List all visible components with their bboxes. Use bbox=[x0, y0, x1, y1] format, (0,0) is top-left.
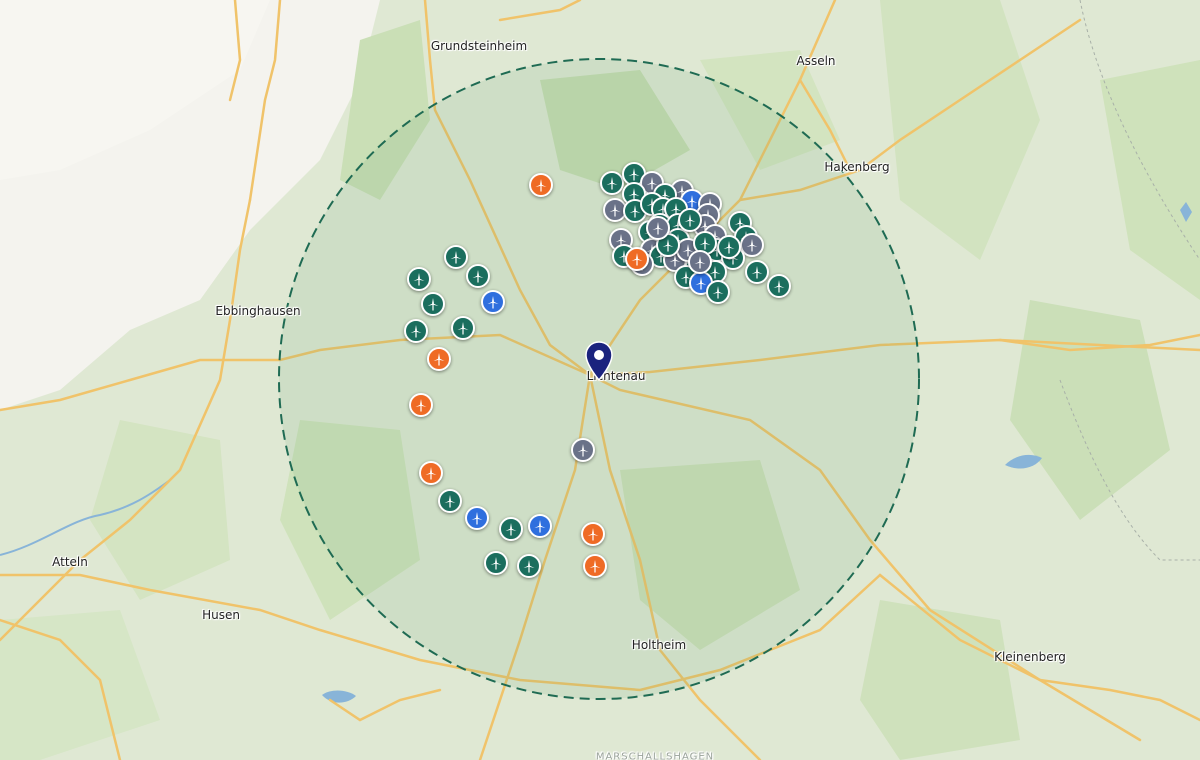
place-label-hakenberg: Hakenberg bbox=[824, 160, 890, 174]
turbine-marker-operating[interactable] bbox=[745, 260, 769, 284]
wind-turbine-icon bbox=[535, 179, 547, 192]
turbine-marker-planned[interactable] bbox=[688, 250, 712, 274]
turbine-marker-operating[interactable] bbox=[484, 551, 508, 575]
wind-turbine-icon bbox=[444, 495, 456, 508]
wind-turbine-icon bbox=[427, 298, 439, 311]
wind-turbine-icon bbox=[534, 520, 546, 533]
turbine-marker-proposed[interactable] bbox=[625, 247, 649, 271]
turbine-marker-approved[interactable] bbox=[528, 514, 552, 538]
wind-turbine-icon bbox=[773, 280, 785, 293]
turbine-marker-operating[interactable] bbox=[600, 171, 624, 195]
turbine-marker-approved[interactable] bbox=[481, 290, 505, 314]
place-label-marschallshagen: MARSCHALLSHAGEN bbox=[595, 751, 715, 760]
place-label-husen: Husen bbox=[202, 608, 240, 622]
turbine-marker-proposed[interactable] bbox=[409, 393, 433, 417]
turbine-marker-operating[interactable] bbox=[767, 274, 791, 298]
wind-turbine-icon bbox=[589, 560, 601, 573]
place-label-grundsteinheim: Grundsteinheim bbox=[430, 39, 528, 53]
turbine-marker-operating[interactable] bbox=[466, 264, 490, 288]
turbine-marker-operating[interactable] bbox=[421, 292, 445, 316]
place-label-holtheim: Holtheim bbox=[631, 638, 687, 652]
wind-turbine-icon bbox=[505, 523, 517, 536]
wind-turbine-icon bbox=[606, 177, 618, 190]
turbine-marker-operating[interactable] bbox=[517, 554, 541, 578]
turbine-marker-operating[interactable] bbox=[438, 489, 462, 513]
wind-turbine-icon bbox=[723, 241, 735, 254]
wind-turbine-icon bbox=[652, 222, 664, 235]
turbine-marker-operating[interactable] bbox=[678, 208, 702, 232]
wind-turbine-icon bbox=[662, 239, 674, 252]
wind-turbine-icon bbox=[631, 253, 643, 266]
turbine-marker-proposed[interactable] bbox=[419, 461, 443, 485]
wind-turbine-icon bbox=[694, 256, 706, 269]
wind-turbine-icon bbox=[712, 286, 724, 299]
turbine-marker-proposed[interactable] bbox=[427, 347, 451, 371]
wind-turbine-icon bbox=[490, 557, 502, 570]
turbine-marker-planned[interactable] bbox=[571, 438, 595, 462]
wind-turbine-icon bbox=[523, 560, 535, 573]
turbine-marker-operating[interactable] bbox=[499, 517, 523, 541]
wind-turbine-icon bbox=[433, 353, 445, 366]
turbine-marker-proposed[interactable] bbox=[581, 522, 605, 546]
wind-turbine-icon bbox=[471, 512, 483, 525]
turbine-marker-proposed[interactable] bbox=[529, 173, 553, 197]
turbine-marker-operating[interactable] bbox=[407, 267, 431, 291]
turbine-marker-operating[interactable] bbox=[717, 235, 741, 259]
wind-turbine-icon bbox=[450, 251, 462, 264]
wind-turbine-icon bbox=[609, 204, 621, 217]
wind-turbine-icon bbox=[577, 444, 589, 457]
location-pin-icon[interactable] bbox=[585, 341, 613, 382]
wind-turbine-icon bbox=[487, 296, 499, 309]
wind-turbine-icon bbox=[457, 322, 469, 335]
wind-turbine-icon bbox=[413, 273, 425, 286]
turbine-marker-operating[interactable] bbox=[706, 280, 730, 304]
turbine-marker-proposed[interactable] bbox=[583, 554, 607, 578]
wind-turbine-icon bbox=[410, 325, 422, 338]
wind-turbine-icon bbox=[699, 237, 711, 250]
turbine-marker-operating[interactable] bbox=[444, 245, 468, 269]
wind-turbine-icon bbox=[751, 266, 763, 279]
wind-turbine-icon bbox=[746, 239, 758, 252]
turbine-marker-operating[interactable] bbox=[404, 319, 428, 343]
place-label-kleinenberg: Kleinenberg bbox=[994, 650, 1066, 664]
place-label-asseln: Asseln bbox=[796, 54, 836, 68]
wind-turbine-icon bbox=[415, 399, 427, 412]
wind-turbine-icon bbox=[628, 168, 640, 181]
turbine-marker-operating[interactable] bbox=[451, 316, 475, 340]
wind-turbine-icon bbox=[472, 270, 484, 283]
wind-turbine-icon bbox=[587, 528, 599, 541]
place-label-atteln: Atteln bbox=[52, 555, 88, 569]
turbine-marker-planned[interactable] bbox=[646, 216, 670, 240]
turbine-marker-approved[interactable] bbox=[465, 506, 489, 530]
wind-turbine-icon bbox=[684, 214, 696, 227]
wind-turbine-icon bbox=[425, 467, 437, 480]
place-label-ebbinghausen: Ebbinghausen bbox=[215, 304, 301, 318]
map-canvas[interactable]: Grundsteinheim Asseln Hakenberg Ebbingha… bbox=[0, 0, 1200, 760]
